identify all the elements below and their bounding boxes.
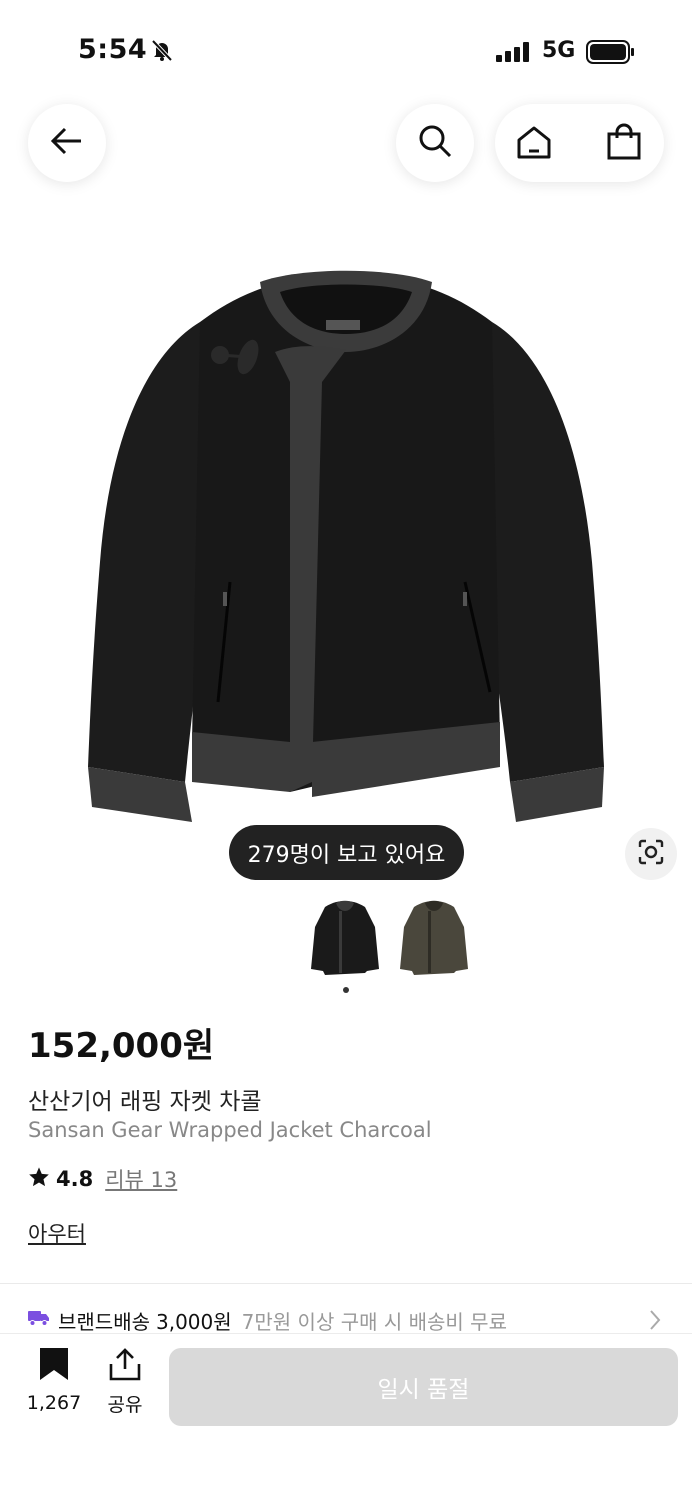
status-bar: 5:54 5G [0, 0, 692, 100]
search-button[interactable] [396, 104, 474, 182]
bookmark-icon [37, 1348, 71, 1386]
sold-out-button[interactable]: 일시 품절 [169, 1348, 678, 1426]
product-name-english: Sansan Gear Wrapped Jacket Charcoal [28, 1118, 432, 1142]
truck-icon [28, 1308, 50, 1332]
product-image[interactable] [80, 262, 612, 827]
bottom-action-bar: 1,267 공유 일시 품절 [0, 1334, 692, 1500]
back-button[interactable] [28, 104, 106, 182]
status-time: 5:54 [78, 34, 148, 65]
thumbnail-black[interactable] [309, 897, 381, 981]
bookmark-count: 1,267 [26, 1392, 82, 1414]
home-icon [515, 126, 553, 165]
shipping-condition: 7만원 이상 구매 시 배송비 무료 [241, 1309, 507, 1334]
visual-search-button[interactable] [625, 828, 677, 880]
rating-row: 4.8 리뷰 13 [28, 1164, 177, 1194]
category-link[interactable]: 아우터 [28, 1218, 86, 1248]
bookmark-button[interactable]: 1,267 [24, 1346, 84, 1414]
share-button[interactable]: 공유 [100, 1346, 150, 1417]
share-label: 공유 [107, 1394, 143, 1416]
thumbnail-olive[interactable] [398, 897, 470, 981]
home-button[interactable] [515, 123, 553, 165]
battery-icon [586, 40, 636, 68]
back-arrow-icon [49, 123, 85, 163]
header-actions [495, 104, 664, 182]
search-icon [417, 123, 453, 163]
camera-lens-icon [637, 838, 665, 870]
shipping-fee: 3,000원 [156, 1309, 232, 1334]
chevron-right-icon [648, 1308, 662, 1336]
page-indicator-dot [343, 987, 349, 993]
shopping-bag-icon [605, 123, 643, 165]
bell-slash-icon [150, 38, 174, 66]
share-icon [107, 1348, 143, 1386]
star-icon [28, 1166, 50, 1193]
cart-button[interactable] [605, 123, 643, 165]
review-link[interactable]: 리뷰 13 [105, 1164, 177, 1194]
network-type: 5G [542, 38, 576, 63]
viewers-badge: 279명이 보고 있어요 [229, 825, 464, 880]
shipping-label: 브랜드배송 [58, 1309, 150, 1334]
section-divider [0, 1283, 692, 1284]
rating-score: 4.8 [56, 1167, 94, 1191]
shipping-info[interactable]: 브랜드배송 3,000원 7만원 이상 구매 시 배송비 무료 [28, 1304, 507, 1336]
product-name-korean: 산산기어 래핑 자켓 차콜 [28, 1089, 262, 1115]
signal-icon [496, 42, 532, 66]
product-price: 152,000원 [28, 1026, 215, 1066]
